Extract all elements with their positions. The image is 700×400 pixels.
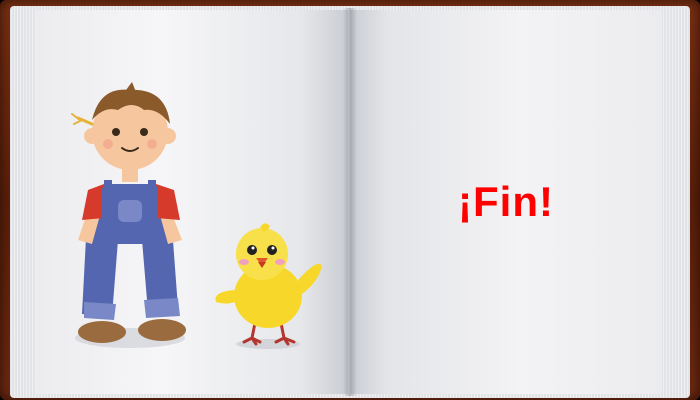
storybook-scene: ¡Fin!: [0, 0, 700, 400]
story-illustration: [60, 80, 340, 355]
end-title: ¡Fin!: [458, 178, 554, 225]
chick-illustration: [215, 223, 322, 349]
boy-illustration: [71, 82, 186, 348]
